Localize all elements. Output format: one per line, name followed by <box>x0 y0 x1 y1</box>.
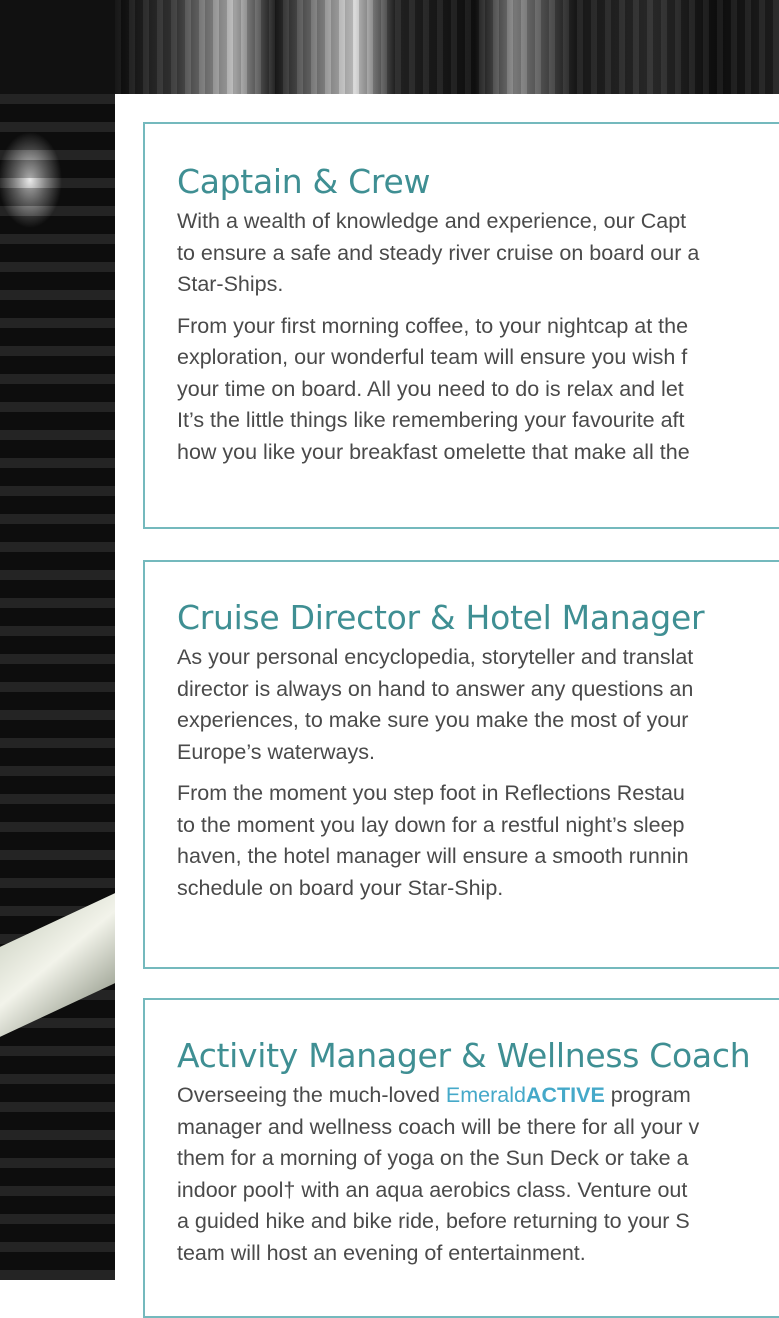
section-title: Captain & Crew <box>177 162 431 201</box>
section-paragraph: From your first morning coffee, to your … <box>177 313 690 464</box>
section-paragraph: From the moment you step foot in Reflect… <box>177 781 689 900</box>
section-paragraph: With a wealth of knowledge and experienc… <box>177 209 700 296</box>
background-photo-stripes <box>0 94 115 1280</box>
section-cruise-director: Cruise Director & Hotel Manager As your … <box>143 560 779 969</box>
brand-name-light: Emerald <box>445 1083 526 1107</box>
section-activity-manager: Activity Manager & Wellness Coach Overse… <box>143 998 779 1318</box>
section-paragraph: Overseeing the much-loved EmeraldACTIVE … <box>177 1080 779 1269</box>
paragraph-text: program <box>604 1083 691 1107</box>
section-paragraph: As your personal encyclopedia, storytell… <box>177 645 694 764</box>
brand-name-bold: ACTIVE <box>525 1083 605 1107</box>
section-title: Cruise Director & Hotel Manager <box>177 598 705 637</box>
paragraph-text: Overseeing the much-loved <box>177 1083 446 1107</box>
section-captain-crew: Captain & Crew With a wealth of knowledg… <box>143 122 779 529</box>
background-photo-top <box>115 0 779 94</box>
paragraph-text: manager and wellness coach will be there… <box>177 1114 700 1265</box>
emerald-active-link[interactable]: EmeraldACTIVE <box>446 1083 605 1107</box>
section-title: Activity Manager & Wellness Coach <box>177 1036 751 1075</box>
